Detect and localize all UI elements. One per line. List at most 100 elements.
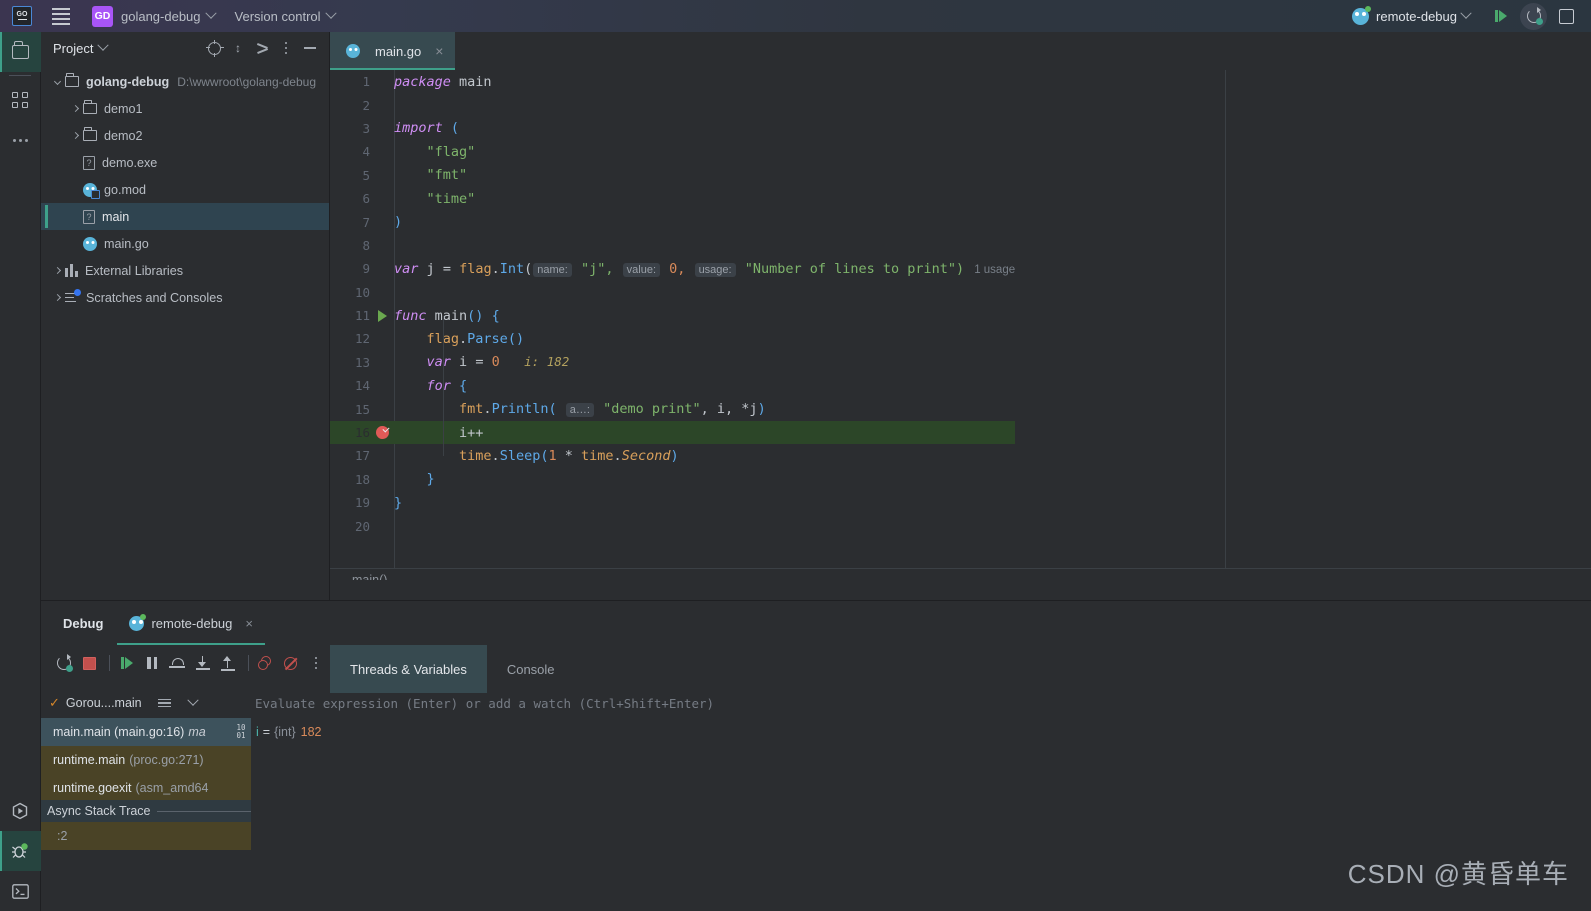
stack-frame-row[interactable]: :2 xyxy=(41,822,251,850)
pause-program-button[interactable] xyxy=(141,650,163,676)
rail-item-more[interactable] xyxy=(0,120,41,160)
tree-item[interactable]: ?demo.exe xyxy=(41,149,329,176)
debug-sub-tab[interactable]: Console xyxy=(487,645,575,693)
go-gopher-icon xyxy=(129,616,144,631)
close-icon[interactable]: × xyxy=(245,616,253,631)
code-line[interactable]: 17 time.Sleep(1 * time.Second) xyxy=(330,444,1015,467)
variable-value: 182 xyxy=(301,725,322,739)
run-gutter-icon[interactable] xyxy=(378,310,387,322)
tree-item[interactable]: go.mod xyxy=(41,176,329,203)
project-name-dropdown[interactable]: golang-debug xyxy=(121,9,215,24)
tree-item[interactable]: Scratches and Consoles xyxy=(41,284,329,311)
step-over-button[interactable] xyxy=(166,650,188,676)
code-line[interactable]: 1package main xyxy=(330,70,1015,93)
breadcrumb[interactable]: main() xyxy=(330,568,387,580)
chevron-down-icon[interactable] xyxy=(187,695,198,706)
debug-session-label: remote-debug xyxy=(151,616,232,631)
frame-name: main.main (main.go:16) xyxy=(53,725,184,739)
run-config-label[interactable]: remote-debug xyxy=(1376,9,1457,24)
code-line[interactable]: 8 xyxy=(330,234,1015,257)
rail-item-structure[interactable] xyxy=(0,80,41,120)
code-line[interactable]: 12 flag.Parse() xyxy=(330,327,1015,350)
line-number: 11 xyxy=(330,308,370,323)
tree-expand-arrow-icon[interactable] xyxy=(67,209,83,225)
code-line[interactable]: 16 i++ xyxy=(330,421,1015,444)
debug-session-tab[interactable]: remote-debug × xyxy=(117,601,265,645)
close-icon[interactable]: × xyxy=(435,44,443,58)
tree-expand-arrow-icon[interactable] xyxy=(49,74,65,90)
mute-breakpoints-button[interactable] xyxy=(280,650,302,676)
debug-more-options-button[interactable] xyxy=(305,650,327,676)
async-stack-trace-label: Async Stack Trace xyxy=(47,804,151,818)
view-breakpoints-button[interactable] xyxy=(255,650,277,676)
line-number: 10 xyxy=(330,285,370,300)
code-line[interactable]: 7) xyxy=(330,210,1015,233)
rail-item-terminal[interactable] xyxy=(0,871,41,911)
project-panel-title[interactable]: Project xyxy=(53,41,107,56)
rail-item-debug[interactable] xyxy=(0,831,41,871)
tree-item[interactable]: External Libraries xyxy=(41,257,329,284)
tree-expand-arrow-icon[interactable] xyxy=(67,128,83,144)
code-editor[interactable]: 1package main23import (4 "flag"5 "fmt"6 … xyxy=(330,70,1591,580)
step-into-button[interactable] xyxy=(191,650,213,676)
breakpoint-icon[interactable] xyxy=(376,426,389,439)
tree-item[interactable]: main.go xyxy=(41,230,329,257)
code-line[interactable]: 4 "flag" xyxy=(330,140,1015,163)
code-line[interactable]: 15 fmt.Println( a…: "demo print", i, *j) xyxy=(330,397,1015,420)
editor-tab-main-go[interactable]: main.go × xyxy=(330,32,455,70)
collapse-all-button[interactable] xyxy=(251,37,273,59)
code-line[interactable]: 20 xyxy=(330,514,1015,537)
code-line[interactable]: 3import ( xyxy=(330,117,1015,140)
tree-expand-arrow-icon[interactable] xyxy=(67,101,83,117)
step-out-button[interactable] xyxy=(217,650,239,676)
code-line[interactable]: 5 "fmt" xyxy=(330,164,1015,187)
expand-collapse-button[interactable]: ↕ xyxy=(227,37,249,59)
code-line[interactable]: 19} xyxy=(330,491,1015,514)
resume-program-button[interactable] xyxy=(116,650,138,676)
stop-button[interactable] xyxy=(78,650,100,676)
rerun-debug-button[interactable] xyxy=(1520,3,1547,30)
tree-expand-arrow-icon[interactable] xyxy=(49,263,65,279)
stack-frame-row[interactable]: runtime.goexit(asm_amd64 xyxy=(41,774,251,802)
stack-frame-row[interactable]: main.main (main.go:16)ma xyxy=(41,718,251,746)
line-number: 19 xyxy=(330,495,370,510)
hide-panel-button[interactable] xyxy=(299,37,321,59)
evaluate-expression-input[interactable]: Evaluate expression (Enter) or add a wat… xyxy=(255,690,1591,716)
tree-item[interactable]: demo2 xyxy=(41,122,329,149)
rail-item-project[interactable] xyxy=(0,32,41,72)
tree-item[interactable]: golang-debugD:\wwwroot\golang-debug xyxy=(41,68,329,95)
code-line[interactable]: 9var j = flag.Int(name: "j", value: 0, u… xyxy=(330,257,1015,280)
tree-expand-arrow-icon[interactable] xyxy=(67,155,83,171)
variable-type: {int} xyxy=(274,725,296,739)
debug-sub-tab[interactable]: Threads & Variables xyxy=(330,645,487,693)
tree-item[interactable]: demo1 xyxy=(41,95,329,122)
chevron-down-icon xyxy=(325,8,336,19)
frames-filter-icon[interactable] xyxy=(158,699,171,708)
go-gopher-icon xyxy=(1352,8,1369,25)
async-frames-list: :2 xyxy=(41,822,251,850)
rerun-debug-button[interactable] xyxy=(53,650,75,676)
variable-row[interactable]: 1001i={int}182 xyxy=(232,720,322,744)
rail-item-run[interactable] xyxy=(0,791,41,831)
project-options-button[interactable] xyxy=(275,37,297,59)
resume-program-button[interactable] xyxy=(1486,3,1516,29)
tree-expand-arrow-icon[interactable] xyxy=(49,290,65,306)
tree-item[interactable]: ?main xyxy=(41,203,329,230)
version-control-dropdown[interactable]: Version control xyxy=(235,9,335,24)
project-badge[interactable]: GD xyxy=(92,6,113,27)
code-line[interactable]: 2 xyxy=(330,93,1015,116)
code-line[interactable]: 11func main() { xyxy=(330,304,1015,327)
stop-button[interactable] xyxy=(1551,3,1581,29)
select-opened-file-button[interactable] xyxy=(203,37,225,59)
chevron-down-icon[interactable] xyxy=(1460,8,1471,19)
thread-selector[interactable]: ✓ Gorou....main xyxy=(41,690,289,716)
code-line[interactable]: 13 var i = 0 i: 182 xyxy=(330,351,1015,374)
code-line[interactable]: 14 for { xyxy=(330,374,1015,397)
tree-expand-arrow-icon[interactable] xyxy=(67,182,83,198)
stack-frame-row[interactable]: runtime.main(proc.go:271) xyxy=(41,746,251,774)
code-line[interactable]: 18 } xyxy=(330,468,1015,491)
code-line[interactable]: 10 xyxy=(330,281,1015,304)
main-menu-icon[interactable] xyxy=(48,5,74,27)
code-line[interactable]: 6 "time" xyxy=(330,187,1015,210)
tree-expand-arrow-icon[interactable] xyxy=(67,236,83,252)
